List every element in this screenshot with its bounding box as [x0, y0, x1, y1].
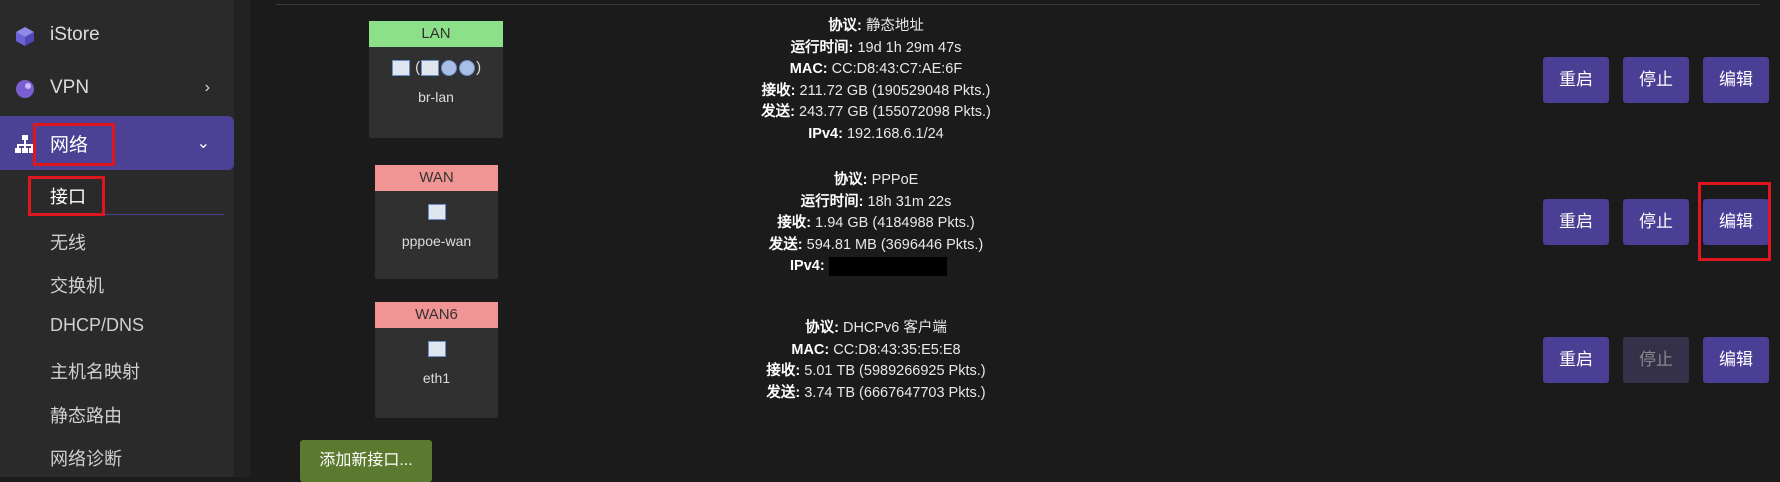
value-uptime: 18h 31m 22s: [867, 193, 952, 210]
wifi-icon: [441, 60, 458, 77]
interface-device-name: eth1: [422, 370, 451, 386]
label-protocol: 协议:: [828, 18, 862, 34]
subnav-dhcp-dns[interactable]: DHCP/DNS: [50, 315, 144, 336]
value-uptime: 19d 1h 29m 47s: [857, 39, 962, 56]
table-top-border: [276, 4, 1760, 5]
label-mac: MAC:: [789, 61, 828, 77]
stop-button-lan[interactable]: 停止: [1623, 57, 1689, 103]
value-protocol: PPPoE: [871, 172, 919, 188]
restart-button-lan[interactable]: 重启: [1543, 57, 1609, 103]
sidebar-scrollbar[interactable]: [234, 0, 250, 477]
vpn-icon: [16, 80, 34, 98]
bridge-icon: [391, 60, 410, 77]
wifi-icon: [459, 60, 476, 77]
interface-name-badge: WAN6: [375, 302, 498, 328]
restart-button-wan6[interactable]: 重启: [1543, 337, 1609, 383]
subnav-hostnames[interactable]: 主机名映射: [50, 358, 140, 384]
label-uptime: 运行时间:: [790, 39, 854, 56]
subnav-wireless[interactable]: 无线: [50, 229, 86, 255]
label-tx: 发送:: [766, 384, 801, 401]
add-interface-button[interactable]: 添加新接口...: [300, 440, 432, 482]
interface-device-name: br-lan: [418, 89, 454, 105]
interface-device-name: pppoe-wan: [401, 233, 472, 249]
value-protocol: 静态地址: [865, 18, 924, 34]
interface-device-icons: [375, 203, 498, 223]
edit-button-lan[interactable]: 编辑: [1703, 57, 1769, 103]
interface-info-lan: 协议: 静态地址 运行时间: 19d 1h 29m 47s MAC: CC:D8…: [746, 16, 1006, 145]
highlight-box-network: [33, 123, 115, 166]
label-tx: 发送:: [761, 104, 795, 120]
interface-info-wan: 协议: PPPoE 运行时间: 18h 31m 22s 接收: 1.94 GB …: [756, 170, 996, 278]
interface-name-badge: WAN: [375, 165, 498, 191]
ethernet-icon: [427, 341, 446, 358]
cube-icon: [16, 27, 34, 46]
value-rx: 1.94 GB (4184988 Pkts.): [815, 215, 975, 231]
interface-card-wan: WAN pppoe-wan: [375, 165, 498, 279]
value-tx: 3.74 TB (6667647703 Pkts.): [804, 384, 986, 401]
sidebar-item-label: VPN: [50, 77, 90, 98]
value-rx: 211.72 GB (190529048 Pkts.): [799, 82, 991, 99]
sidebar-item-label: iStore: [50, 24, 100, 45]
value-rx: 5.01 TB (5989266925 Pkts.): [804, 363, 986, 379]
label-rx: 接收:: [761, 82, 796, 99]
label-ipv4: IPv4:: [790, 258, 825, 274]
redacted-ipv4: [828, 256, 947, 276]
stop-button-wan[interactable]: 停止: [1623, 199, 1689, 245]
stop-button-wan6: 停止: [1623, 337, 1689, 383]
interface-info-wan6: 协议: DHCPv6 客户端 MAC: CC:D8:43:35:E5:E8 接收…: [746, 318, 1006, 404]
label-tx: 发送:: [768, 236, 803, 253]
label-protocol: 协议:: [833, 172, 868, 188]
subnav-switch[interactable]: 交换机: [50, 272, 104, 298]
label-rx: 接收:: [766, 363, 801, 379]
sidebar-item-istore[interactable]: iStore: [0, 8, 234, 62]
value-mac: CC:D8:43:35:E5:E8: [833, 341, 961, 358]
sidebar-item-vpn[interactable]: VPN ›: [0, 61, 234, 115]
restart-button-wan[interactable]: 重启: [1543, 199, 1609, 245]
chevron-down-icon: ⌄: [196, 135, 210, 152]
subnav-static-routes[interactable]: 静态路由: [50, 402, 122, 428]
edit-button-wan6[interactable]: 编辑: [1703, 337, 1769, 383]
interface-device-icons: [375, 340, 498, 360]
chevron-right-icon: ›: [204, 79, 210, 96]
value-protocol: DHCPv6 客户端: [842, 320, 947, 336]
ethernet-icon: [427, 204, 446, 221]
value-tx: 243.77 GB (155072098 Pkts.): [799, 104, 991, 120]
value-mac: CC:D8:43:C7:AE:6F: [831, 61, 963, 77]
sidebar: iStore VPN › 网络 ⌄ 接口 无线 交换机 DHCP/DNS 主机名…: [0, 0, 234, 477]
value-tx: 594.81 MB (3696446 Pkts.): [806, 236, 984, 253]
interface-card-wan6: WAN6 eth1: [375, 302, 498, 418]
label-ipv4: IPv4:: [808, 125, 843, 142]
label-protocol: 协议:: [805, 320, 839, 336]
subnav-diagnostics[interactable]: 网络诊断: [50, 445, 122, 471]
value-ipv4: 192.168.6.1/24: [846, 125, 944, 142]
ethernet-icon: [421, 60, 440, 77]
highlight-box-edit-wan: [1698, 182, 1771, 261]
interface-card-lan: LAN () br-lan: [369, 21, 503, 138]
label-rx: 接收:: [777, 215, 812, 231]
label-mac: MAC:: [791, 341, 830, 358]
interface-name-badge: LAN: [369, 21, 503, 47]
label-uptime: 运行时间:: [800, 193, 864, 210]
highlight-box-interfaces: [28, 176, 105, 216]
interface-device-icons: (): [369, 59, 503, 79]
